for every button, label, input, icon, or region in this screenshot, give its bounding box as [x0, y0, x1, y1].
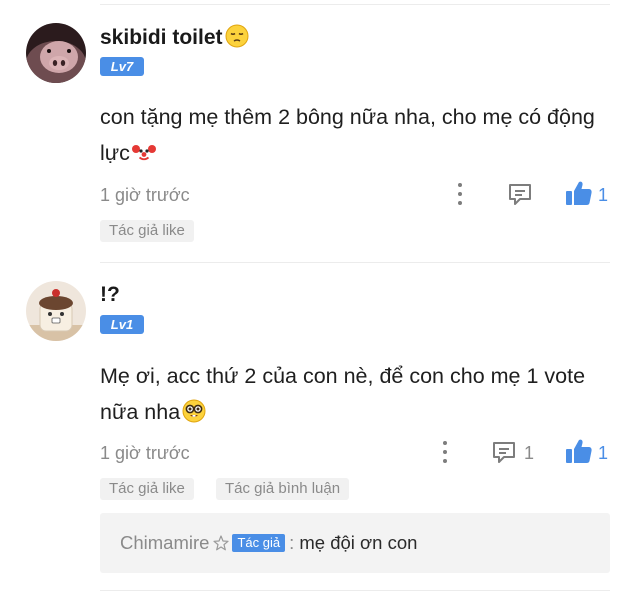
like-count: 1: [598, 185, 609, 205]
author-comment-tag: Tác giả bình luận: [216, 478, 350, 500]
avatar[interactable]: [26, 23, 86, 83]
reply-count: 1: [524, 443, 535, 463]
reply-separator: :: [289, 532, 295, 553]
avatar[interactable]: [26, 281, 86, 341]
thumbs-up-icon[interactable]: [564, 436, 594, 466]
comment-text: Mẹ ơi, acc thứ 2 của con nè, để con cho …: [100, 364, 586, 424]
thumbs-up-icon[interactable]: [564, 178, 594, 208]
level-badge: Lv1: [100, 315, 144, 334]
username-text: skibidi toilet: [100, 26, 223, 49]
clown-face-icon: [131, 139, 156, 175]
author-reply[interactable]: Chimamire Tác giả: mẹ đội ơn con: [100, 513, 610, 573]
star-icon: [213, 534, 230, 556]
username[interactable]: !?: [100, 283, 120, 307]
author-reply-line: Chimamire Tác giả: mẹ đội ơn con: [120, 532, 417, 556]
comment-content: Mẹ ơi, acc thứ 2 của con nè, để con cho …: [100, 358, 610, 434]
reply-icon[interactable]: [506, 180, 534, 208]
comment-time: 1 giờ trước: [100, 185, 190, 205]
more-options-icon[interactable]: [435, 439, 455, 465]
pensive-face-icon: [225, 24, 249, 54]
author-like-tag: Tác giả like: [100, 478, 194, 500]
reply-icon[interactable]: [490, 438, 518, 466]
reply-text: mẹ đội ơn con: [299, 532, 418, 553]
comment-divider: [100, 590, 610, 591]
author-badge: Tác giả: [232, 534, 286, 552]
top-divider: [100, 4, 610, 5]
comment-time: 1 giờ trước: [100, 443, 190, 463]
comment-text: con tặng mẹ thêm 2 bông nữa nha, cho mẹ …: [100, 105, 595, 165]
nerd-face-icon: [182, 398, 206, 434]
more-options-icon[interactable]: [450, 181, 470, 207]
author-like-tag: Tác giả like: [100, 220, 194, 242]
comment-divider: [100, 262, 610, 263]
comment-content: con tặng mẹ thêm 2 bông nữa nha, cho mẹ …: [100, 99, 610, 175]
like-count: 1: [598, 443, 609, 463]
username[interactable]: skibidi toilet: [100, 24, 249, 54]
level-badge: Lv7: [100, 57, 144, 76]
reply-author-name[interactable]: Chimamire: [120, 532, 209, 553]
